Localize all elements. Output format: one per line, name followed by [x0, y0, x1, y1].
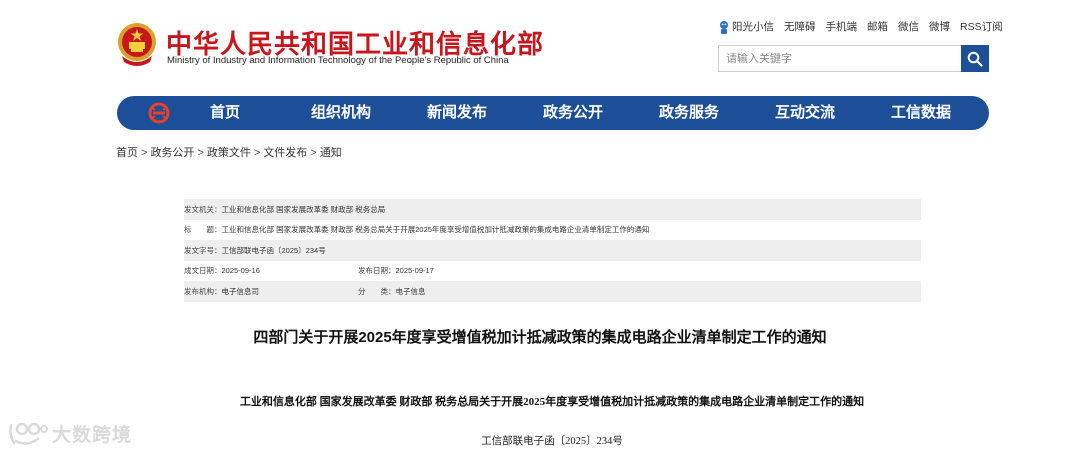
- watermark-logo-icon: [9, 422, 48, 445]
- article-doc-number: 工信部联电子函〔2025〕234号: [481, 436, 623, 447]
- mailbox-link[interactable]: 邮箱: [867, 19, 888, 34]
- rss-link[interactable]: RSS订阅: [960, 19, 1003, 34]
- nav-organization[interactable]: 组织机构: [283, 96, 399, 130]
- breadcrumb: 首页 > 政务公开 > 政策文件 > 文件发布 > 通知: [116, 144, 342, 160]
- breadcrumb-gov-affairs[interactable]: 政务公开: [150, 147, 194, 159]
- national-emblem-icon[interactable]: [116, 22, 158, 68]
- nav-government-affairs[interactable]: 政务公开: [515, 96, 631, 130]
- nav-government-services[interactable]: 政务服务: [631, 96, 747, 130]
- title-value: 工业和信息化部 国家发展改革委 财政部 税务总局关于开展2025年度享受增值税加…: [221, 225, 650, 235]
- wechat-link[interactable]: 微信: [898, 19, 919, 34]
- created-label: 成文日期：: [184, 266, 222, 276]
- search-input[interactable]: [718, 45, 962, 72]
- meta-row-title: 标 题： 工业和信息化部 国家发展改革委 财政部 税务总局关于开展2025年度享受…: [184, 220, 921, 241]
- accessibility-link[interactable]: 无障碍: [784, 19, 816, 34]
- article-title: 四部门关于开展2025年度享受增值税加计抵减政策的集成电路企业清单制定工作的通知: [253, 329, 827, 346]
- mobile-link[interactable]: 手机端: [826, 19, 858, 34]
- nav-interaction[interactable]: 互动交流: [747, 96, 863, 130]
- search-box: [718, 45, 989, 72]
- doc-number-value: 工信部联电子函〔2025〕234号: [221, 245, 326, 255]
- issuer-label: 发文机关：: [184, 204, 222, 214]
- published-value: 2025-09-17: [395, 266, 434, 276]
- document-metadata-table: 发文机关： 工业和信息化部 国家发展改革委 财政部 税务总局 标 题： 工业和信息化…: [184, 199, 921, 302]
- agency-label: 发布机构：: [184, 286, 222, 296]
- sunshine-link[interactable]: 阳光小信: [718, 19, 774, 35]
- breadcrumb-notice[interactable]: 通知: [320, 147, 342, 159]
- breadcrumb-separator: >: [141, 147, 148, 159]
- doc-number-label: 发文字号：: [184, 245, 222, 255]
- breadcrumb-separator: >: [253, 147, 261, 159]
- meta-row-agency: 发布机构：电子信息司 分 类：电子信息: [184, 281, 921, 302]
- top-links: 阳光小信 无障碍 手机端 邮箱 微信 微博 RSS订阅: [718, 19, 1003, 35]
- meta-row-issuer: 发文机关： 工业和信息化部 国家发展改革委 财政部 税务总局: [184, 199, 921, 220]
- sunshine-mascot-icon: [720, 21, 728, 35]
- watermark-text: 大数跨境: [52, 425, 133, 446]
- site-header: 中华人民共和国工业和信息化部 Ministry of Industry and …: [0, 0, 1080, 96]
- breadcrumb-home[interactable]: 首页: [116, 147, 138, 159]
- category-value: 电子信息: [395, 286, 426, 296]
- top-link-label: 阳光小信: [732, 21, 774, 33]
- main-nav: 首页 组织机构 新闻发布 政务公开 政务服务 互动交流 工信数据: [117, 96, 989, 130]
- created-value: 2025-09-16: [221, 266, 260, 276]
- nav-items: 首页 组织机构 新闻发布 政务公开 政务服务 互动交流 工信数据: [167, 96, 979, 130]
- watermark: 大数跨境: [8, 420, 132, 447]
- search-icon: [967, 51, 983, 67]
- nav-data[interactable]: 工信数据: [863, 96, 979, 130]
- category-label: 分 类：: [358, 286, 396, 296]
- weibo-link[interactable]: 微博: [929, 19, 950, 34]
- nav-news[interactable]: 新闻发布: [399, 96, 515, 130]
- breadcrumb-doc-release[interactable]: 文件发布: [263, 147, 307, 159]
- title-label: 标 题：: [184, 225, 222, 235]
- agency-value: 电子信息司: [221, 286, 260, 296]
- breadcrumb-policy-docs[interactable]: 政策文件: [207, 147, 251, 159]
- published-label: 发布日期：: [358, 266, 396, 276]
- breadcrumb-separator: >: [310, 147, 317, 159]
- meta-row-doc-number: 发文字号： 工信部联电子函〔2025〕234号: [184, 240, 921, 261]
- search-button[interactable]: [961, 45, 989, 72]
- site-subtitle-en: Ministry of Industry and Information Tec…: [167, 55, 509, 66]
- issuer-value: 工业和信息化部 国家发展改革委 财政部 税务总局: [221, 204, 386, 214]
- article-subtitle: 工业和信息化部 国家发展改革委 财政部 税务总局关于开展2025年度享受增值税加…: [239, 396, 865, 408]
- breadcrumb-separator: >: [197, 147, 204, 159]
- nav-home[interactable]: 首页: [167, 96, 283, 130]
- meta-row-dates: 成文日期：2025-09-16 发布日期：2025-09-17: [184, 261, 921, 282]
